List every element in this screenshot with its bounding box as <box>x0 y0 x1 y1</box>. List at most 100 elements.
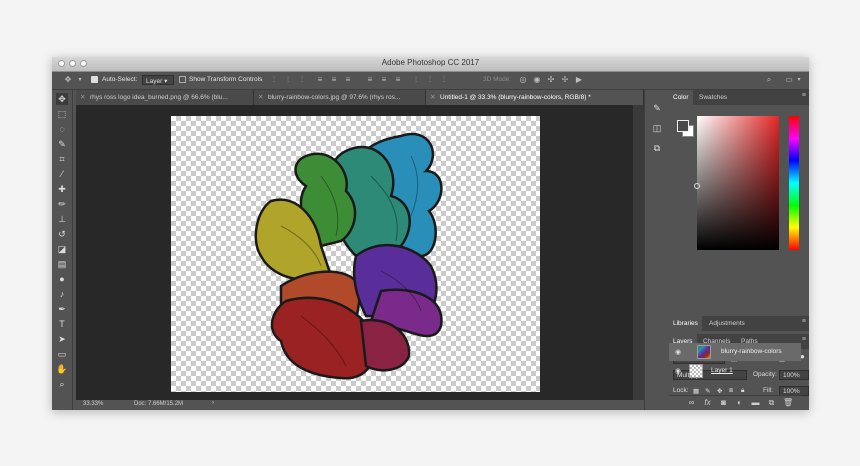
lock-transparent-icon[interactable]: ▦ <box>693 387 699 395</box>
layer-row-blurry-rainbow[interactable]: ◉ blurry-rainbow-colors <box>669 343 801 361</box>
type-icon[interactable]: T <box>56 318 68 330</box>
align-vcenter-icon[interactable]: ⫶ <box>284 76 292 84</box>
eyedropper-icon[interactable]: ⁄ <box>56 168 68 180</box>
align-right-icon[interactable]: ≡ <box>344 76 352 84</box>
layer-name[interactable]: Layer 1 <box>711 367 733 374</box>
distribute-vcenter-icon[interactable]: ≡ <box>380 76 388 84</box>
auto-select-label: Auto-Select: <box>102 76 138 83</box>
lock-all-icon[interactable]: 🔒︎ <box>741 387 744 395</box>
gradient-icon[interactable]: ▤ <box>56 258 68 270</box>
align-bottom-icon[interactable]: ⫶ <box>298 76 306 84</box>
link-layers-icon[interactable]: ∞ <box>687 398 696 407</box>
fill-label: Fill: <box>763 387 774 394</box>
3d-drag-icon[interactable]: ✣ <box>547 76 555 84</box>
canvas-area[interactable] <box>76 105 644 400</box>
move-icon[interactable]: ✥ <box>56 93 68 105</box>
distribute-hcenter-icon[interactable]: ⫶ <box>426 76 434 84</box>
workspace-chevron-icon[interactable]: ▾ <box>795 76 803 84</box>
tool-preset-chevron-icon[interactable]: ▾ <box>76 76 84 84</box>
crop-icon[interactable]: ⌗ <box>56 153 68 165</box>
blur-icon[interactable]: ● <box>56 273 68 285</box>
zoom-level[interactable]: 33.33% <box>83 401 103 407</box>
hue-slider[interactable] <box>789 116 799 250</box>
path-select-icon[interactable]: ➤ <box>56 333 68 345</box>
eraser-icon[interactable]: ◪ <box>56 243 68 255</box>
pen-icon[interactable]: ✒ <box>56 303 68 315</box>
window-title: Adobe Photoshop CC 2017 <box>381 58 480 67</box>
auto-select-value: Layer <box>146 78 163 85</box>
layer-row-layer-1[interactable]: ◉ Layer 1 <box>669 362 801 380</box>
fx-icon[interactable]: fx <box>703 398 712 407</box>
layers-bottom-toolbar: ∞ fx ◙ ◐ ▬ ⧉ 🗑︎ <box>669 395 801 408</box>
tab-swatches[interactable]: Swatches <box>695 90 731 105</box>
move-tool-options-icon[interactable]: ✥ <box>64 76 72 84</box>
distribute-left-icon[interactable]: ⫶ <box>412 76 420 84</box>
visibility-eye-icon[interactable]: ◉ <box>675 367 681 375</box>
delete-layer-icon[interactable]: 🗑︎ <box>783 398 793 407</box>
auto-select-dropdown[interactable]: Layer ▾ <box>142 75 174 85</box>
workspace-icon[interactable]: ▭ <box>785 76 793 84</box>
lasso-icon[interactable]: ◌ <box>56 123 68 135</box>
show-transform-label: Show Transform Controls <box>189 76 263 83</box>
panel-menu-icon[interactable]: ≡ <box>802 92 806 99</box>
align-hcenter-icon[interactable]: ≡ <box>330 76 338 84</box>
history-brush-icon[interactable]: ↺ <box>56 228 68 240</box>
3d-roll-icon[interactable]: ◉ <box>533 76 541 84</box>
history-dock-icon[interactable]: ⧉ <box>651 142 663 154</box>
color-field[interactable] <box>697 116 779 250</box>
color-picker-ring[interactable] <box>694 183 700 189</box>
auto-select-checkbox[interactable] <box>91 76 98 83</box>
status-bar: 33.33% Doc: 7.66M/15.2M › <box>76 400 644 410</box>
tab-label: rhys ross logo idea_burned.png @ 66.6% (… <box>90 94 228 101</box>
panel-dock: ✎ ◫ ⧉ <box>644 90 670 410</box>
align-left-icon[interactable]: ≡ <box>316 76 324 84</box>
visibility-eye-icon[interactable]: ◉ <box>675 348 681 356</box>
marquee-icon[interactable]: ⬚ <box>56 108 68 120</box>
add-mask-icon[interactable]: ◙ <box>719 398 728 407</box>
align-top-icon[interactable]: ⫶ <box>270 76 278 84</box>
tab-rhys-ross-logo[interactable]: ✕ rhys ross logo idea_burned.png @ 66.6%… <box>76 90 254 105</box>
adjustment-layer-icon[interactable]: ◐ <box>735 398 744 407</box>
dodge-icon[interactable]: ♪ <box>56 288 68 300</box>
panel-menu-icon[interactable]: ≡ <box>802 318 806 325</box>
tab-blurry-rainbow[interactable]: ✕ blurry-rainbow-colors.jpg @ 97.6% (rhy… <box>254 90 426 105</box>
rainbow-swirl-artwork <box>254 132 443 380</box>
search-icon[interactable]: ⌕ <box>765 76 773 84</box>
distribute-top-icon[interactable]: ≡ <box>366 76 374 84</box>
3d-slide-icon[interactable]: ✢ <box>561 76 569 84</box>
lock-artboard-icon[interactable]: ⧈ <box>729 387 733 395</box>
lock-position-icon[interactable]: ✥ <box>717 387 722 395</box>
close-tab-icon[interactable]: ✕ <box>80 90 85 105</box>
new-group-icon[interactable]: ▬ <box>751 398 760 407</box>
3d-rotate-icon[interactable]: ◎ <box>519 76 527 84</box>
status-menu-chevron-icon[interactable]: › <box>212 400 214 406</box>
panel-menu-icon[interactable]: ≡ <box>802 336 806 343</box>
foreground-color-swatch[interactable] <box>677 120 689 132</box>
stamp-icon[interactable]: ⊥ <box>56 213 68 225</box>
zoom-icon[interactable]: ⌕ <box>56 378 68 390</box>
fill-value: 100% <box>783 388 800 395</box>
swatches-dock-icon[interactable]: ◫ <box>651 122 663 134</box>
brush-icon[interactable]: ✏ <box>56 198 68 210</box>
tab-libraries[interactable]: Libraries <box>669 316 702 331</box>
tools-panel: ✥ ⬚ ◌ ✎ ⌗ ⁄ ✚ ✏ ⊥ ↺ ◪ ▤ ● ♪ ✒ T ➤ ▭ ✋ ⌕ <box>52 90 73 410</box>
tab-color[interactable]: Color <box>669 90 693 105</box>
healing-icon[interactable]: ✚ <box>56 183 68 195</box>
show-transform-checkbox[interactable] <box>179 76 186 83</box>
3d-scale-icon[interactable]: ▶ <box>575 76 583 84</box>
document-canvas[interactable] <box>171 116 540 392</box>
distribute-right-icon[interactable]: ⫶ <box>440 76 448 84</box>
shape-icon[interactable]: ▭ <box>56 348 68 360</box>
layer-name[interactable]: blurry-rainbow-colors <box>721 348 782 355</box>
tab-untitled-1[interactable]: ✕ Untitled-1 @ 33.3% (blurry-rainbow-col… <box>426 90 644 105</box>
tab-adjustments[interactable]: Adjustments <box>705 316 749 331</box>
quick-select-icon[interactable]: ✎ <box>56 138 68 150</box>
brush-settings-icon[interactable]: ✎ <box>651 102 663 114</box>
canvas-vertical-scrollbar[interactable] <box>633 105 644 400</box>
hand-icon[interactable]: ✋ <box>56 363 68 375</box>
close-tab-icon[interactable]: ✕ <box>430 90 435 105</box>
distribute-bottom-icon[interactable]: ≡ <box>394 76 402 84</box>
new-layer-icon[interactable]: ⧉ <box>767 398 776 407</box>
close-tab-icon[interactable]: ✕ <box>258 90 263 105</box>
lock-pixels-icon[interactable]: ✎ <box>705 387 710 395</box>
